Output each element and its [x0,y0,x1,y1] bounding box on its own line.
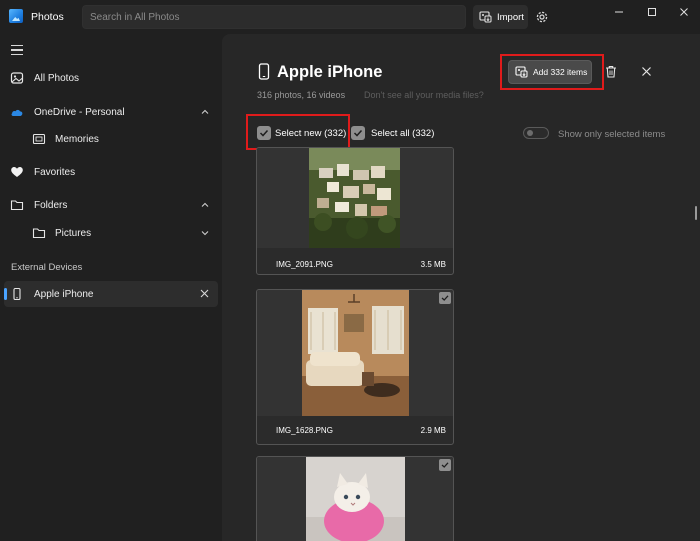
sidebar-item-apple-iphone[interactable]: Apple iPhone [4,281,218,307]
photo-file-name: IMG_2091.PNG [276,260,333,269]
trash-icon[interactable] [605,65,617,78]
highlight-box-select-new [246,114,350,150]
sidebar-item-pictures[interactable]: Pictures [4,220,218,246]
folder-icon [10,200,24,211]
highlight-box-add [500,54,604,90]
hamburger-menu-icon[interactable] [11,45,23,55]
app-title: Photos [31,11,64,23]
title-bar: Photos Import [0,0,700,34]
photo-card[interactable]: IMG_1628.PNG 2.9 MB [256,289,454,445]
search-box[interactable] [82,5,466,29]
photo-icon [10,72,24,84]
photo-thumbnail-area [257,148,453,248]
phone-icon [13,287,21,301]
heart-icon [11,167,23,177]
photo-selected-checkbox[interactable] [439,292,451,304]
sidebar-item-memories[interactable]: Memories [4,126,218,152]
vertical-scrollbar-thumb[interactable] [695,206,697,220]
eject-close-icon[interactable] [199,288,210,299]
minimize-icon [615,11,623,13]
import-pane: Apple iPhone 316 photos, 16 videos Don't… [222,34,700,541]
device-title: Apple iPhone [277,63,383,81]
sidebar-item-label: Apple iPhone [34,289,94,300]
chevron-down-icon[interactable] [200,228,210,238]
checkmark-icon [441,462,449,468]
close-window-button[interactable] [672,5,696,19]
photo-thumbnail-village [309,148,400,248]
photo-card[interactable] [256,456,454,541]
external-devices-heading: External Devices [11,262,83,273]
photo-thumbnail-area [257,290,453,416]
missing-media-link[interactable]: Don't see all your media files? [364,90,484,100]
chevron-up-icon[interactable] [200,200,210,210]
sidebar-item-label: Memories [55,134,99,145]
maximize-button[interactable] [640,5,664,19]
media-count: 316 photos, 16 videos [257,90,346,100]
checkmark-icon [353,129,363,137]
sidebar: All Photos OneDrive - Personal Memories … [0,34,222,541]
close-icon[interactable] [641,66,652,77]
show-selected-label: Show only selected items [558,129,666,140]
sidebar-item-favorites[interactable]: Favorites [4,159,218,185]
sidebar-item-onedrive[interactable]: OneDrive - Personal [4,99,218,125]
photo-file-size: 3.5 MB [420,260,446,269]
import-button[interactable]: Import [473,5,528,29]
memories-icon [32,133,46,145]
show-selected-toggle[interactable] [523,127,549,139]
select-all-checkbox[interactable] [351,126,365,140]
chevron-up-icon[interactable] [200,107,210,117]
photo-thumbnail-kitten [306,457,405,541]
sidebar-item-folders[interactable]: Folders [4,192,218,218]
sidebar-item-label: Favorites [34,167,76,178]
photo-thumbnail-area [257,457,453,541]
sidebar-item-label: Pictures [55,228,92,239]
folder-icon [32,228,46,239]
photo-card[interactable]: IMG_2091.PNG 3.5 MB [256,147,454,275]
checkmark-icon [441,295,449,301]
photos-app-icon [9,9,23,23]
settings-gear-icon[interactable] [534,9,550,25]
import-icon [479,11,492,23]
photo-thumbnail-living-room [302,290,409,416]
minimize-button[interactable] [607,5,631,19]
maximize-icon [648,8,656,16]
photo-file-name: IMG_1628.PNG [276,426,333,435]
cloud-icon [11,109,23,116]
select-all-label[interactable]: Select all (332) [371,128,434,139]
photo-file-size: 2.9 MB [420,426,446,435]
sidebar-item-label: All Photos [34,73,80,84]
sidebar-item-all-photos[interactable]: All Photos [4,65,218,91]
sidebar-item-label: OneDrive - Personal [34,107,125,118]
import-label: Import [497,11,524,23]
sidebar-item-label: Folders [34,200,68,211]
close-icon [680,8,688,16]
photo-selected-checkbox[interactable] [439,459,451,471]
phone-icon [258,63,270,80]
search-input[interactable] [83,6,465,28]
